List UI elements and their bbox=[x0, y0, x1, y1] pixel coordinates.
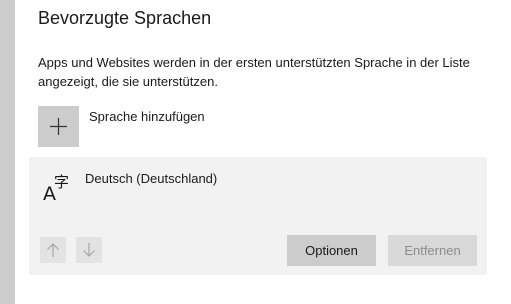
plus-icon[interactable] bbox=[38, 106, 79, 147]
move-up-button[interactable] bbox=[40, 237, 66, 263]
left-edge-strip bbox=[0, 0, 15, 304]
section-title: Bevorzugte Sprachen bbox=[38, 8, 212, 28]
remove-button[interactable]: Entfernen bbox=[388, 235, 477, 266]
language-list-item-selected[interactable]: A 字 Deutsch (Deutschland) Optionen Entfe… bbox=[29, 157, 487, 275]
move-down-button[interactable] bbox=[76, 237, 102, 263]
options-button[interactable]: Optionen bbox=[287, 235, 376, 266]
language-name: Deutsch (Deutschland) bbox=[85, 171, 218, 186]
add-language-label: Sprache hinzufügen bbox=[89, 109, 205, 124]
arrow-up-icon bbox=[47, 243, 59, 257]
arrow-down-icon bbox=[83, 243, 95, 257]
language-icon-cjk-glyph: 字 bbox=[54, 173, 70, 191]
section-description: Apps und Websites werden in der ersten u… bbox=[38, 55, 470, 89]
language-icon: A 字 bbox=[41, 171, 75, 205]
